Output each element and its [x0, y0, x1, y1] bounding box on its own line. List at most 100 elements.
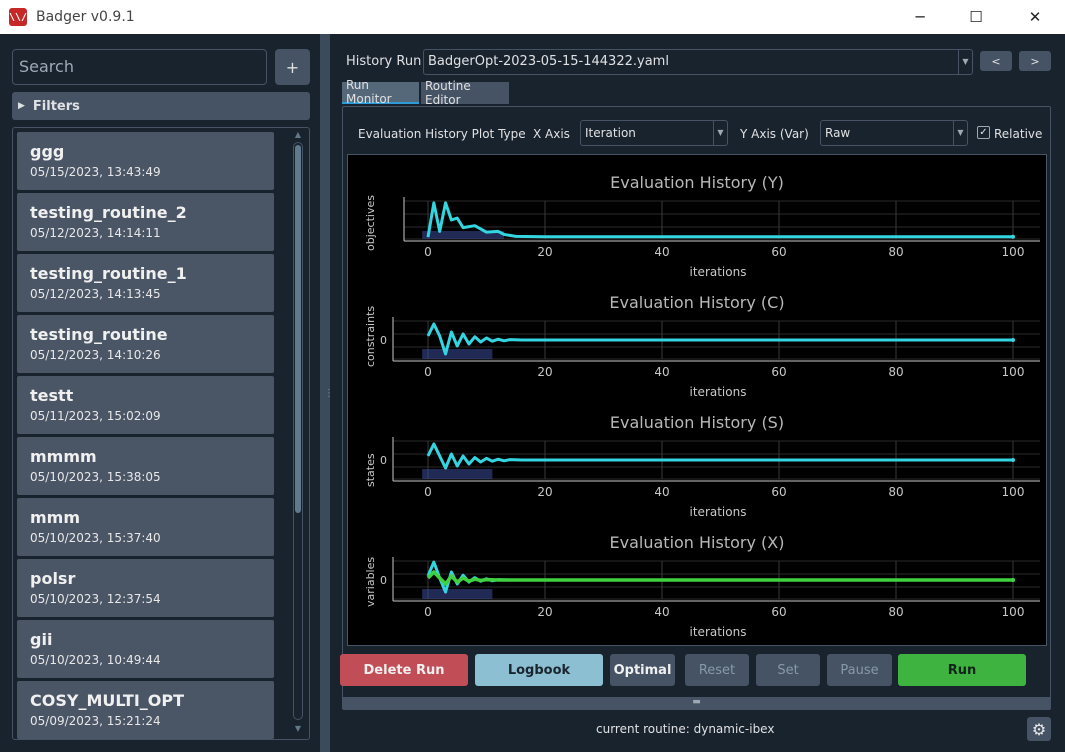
evaluation-plot[interactable]: 0 20 40 60 80 100 0 Evaluation History (C) const…: [348, 275, 1046, 399]
x-tick-label: 40: [654, 605, 669, 619]
routine-date: 05/09/2023, 15:21:24: [30, 714, 161, 728]
y-axis-title: objectives: [364, 195, 377, 251]
x-tick-label: 80: [888, 365, 903, 379]
x-tick-label: 80: [888, 245, 903, 259]
series-end-point: [1011, 458, 1015, 462]
x-tick-label: 0: [424, 605, 432, 619]
routine-item[interactable]: mmmm 05/10/2023, 15:38:05: [17, 437, 274, 495]
title-bar: \\/ Badger v0.9.1 ─ ☐ ✕: [0, 0, 1065, 34]
selection-region: [422, 469, 493, 479]
routine-item[interactable]: COSY_MULTI_OPT 05/09/2023, 15:21:24: [17, 681, 274, 739]
settings-button[interactable]: ⚙: [1027, 717, 1051, 741]
prev-run-button[interactable]: <: [980, 51, 1012, 71]
plot-title: Evaluation History (S): [609, 413, 785, 432]
reset-button[interactable]: Reset: [685, 654, 749, 686]
plot-title: Evaluation History (C): [609, 293, 785, 312]
selection-region: [422, 349, 493, 359]
history-run-label: History Run: [346, 54, 422, 69]
routine-name: polsr: [30, 569, 76, 588]
plot-type-label: Evaluation History Plot Type: [358, 127, 526, 141]
x-tick-label: 60: [771, 245, 786, 259]
evaluation-plot[interactable]: 0 20 40 60 80 100 Evaluation History (Y) object…: [348, 155, 1046, 279]
history-run-value: BadgerOpt-2023-05-15-144322.yaml: [428, 54, 669, 69]
filters-toggle[interactable]: ▶ Filters: [12, 92, 310, 120]
set-button[interactable]: Set: [756, 654, 820, 686]
resize-handle[interactable]: ▬: [343, 697, 1050, 709]
series-end-point: [1011, 234, 1015, 239]
x-tick-label: 80: [888, 605, 903, 619]
x-axis-label: X Axis: [533, 127, 570, 141]
y-axis-label: Y Axis (Var): [740, 127, 809, 141]
routine-date: 05/10/2023, 12:37:54: [30, 592, 161, 606]
maximize-button[interactable]: ☐: [951, 0, 1001, 34]
routine-date: 05/10/2023, 15:37:40: [30, 531, 161, 545]
routine-item[interactable]: ggg 05/15/2023, 13:43:49: [17, 132, 274, 190]
relative-checkbox[interactable]: ✓: [977, 126, 990, 139]
chevron-down-icon: ▼: [713, 121, 727, 145]
routine-date: 05/12/2023, 14:10:26: [30, 348, 161, 362]
scroll-down-icon[interactable]: ▼: [293, 724, 303, 734]
x-axis-value: Iteration: [585, 126, 636, 140]
series-end-point: [1011, 578, 1015, 582]
routine-name: COSY_MULTI_OPT: [30, 691, 185, 710]
routine-list[interactable]: ggg 05/15/2023, 13:43:49 testing_routine…: [12, 127, 310, 740]
routine-item[interactable]: polsr 05/10/2023, 12:37:54: [17, 559, 274, 617]
routine-item[interactable]: testing_routine_2 05/12/2023, 14:14:11: [17, 193, 274, 251]
next-run-button[interactable]: >: [1019, 51, 1051, 71]
plot-title: Evaluation History (X): [609, 533, 785, 552]
routine-name: testt: [30, 386, 74, 405]
x-tick-label: 60: [771, 605, 786, 619]
tab-run-monitor[interactable]: Run Monitor: [342, 78, 419, 106]
routine-item[interactable]: testing_routine 05/12/2023, 14:10:26: [17, 315, 274, 373]
pause-button[interactable]: Pause: [827, 654, 892, 686]
run-monitor-panel: Evaluation History Plot Type X Axis Iter…: [342, 106, 1051, 710]
x-tick-label: 0: [424, 245, 432, 259]
routine-item[interactable]: gii 05/10/2023, 10:49:44: [17, 620, 274, 678]
delete-run-button[interactable]: Delete Run: [340, 654, 468, 686]
routine-item[interactable]: mmm 05/10/2023, 15:37:40: [17, 498, 274, 556]
tab-routine-editor[interactable]: Routine Editor: [421, 79, 509, 107]
minimize-button[interactable]: ─: [895, 0, 945, 34]
list-scrollbar[interactable]: [293, 142, 303, 720]
routine-item[interactable]: testing_routine_1 05/12/2023, 14:13:45: [17, 254, 274, 312]
run-button[interactable]: Run: [898, 654, 1026, 686]
x-axis-select[interactable]: Iteration ▼: [580, 120, 728, 146]
selection-region: [422, 589, 493, 599]
x-tick-label: 40: [654, 365, 669, 379]
routine-name: mmmm: [30, 447, 97, 466]
routine-item[interactable]: testt 05/11/2023, 15:02:09: [17, 376, 274, 434]
evaluation-plots[interactable]: 0 20 40 60 80 100 Evaluation History (Y) object…: [347, 154, 1047, 646]
routine-date: 05/10/2023, 10:49:44: [30, 653, 161, 667]
chevron-down-icon: ▼: [953, 121, 967, 145]
routine-name: testing_routine_2: [30, 203, 187, 222]
x-tick-label: 80: [888, 485, 903, 499]
x-tick-label: 60: [771, 365, 786, 379]
evaluation-plot[interactable]: 0 20 40 60 80 100 0 Evaluation History (S) state…: [348, 395, 1046, 519]
chevron-down-icon: ▼: [958, 50, 972, 74]
routine-name: mmm: [30, 508, 81, 527]
x-axis-title: iterations: [689, 625, 747, 639]
y-tick-label: 0: [380, 334, 387, 347]
expand-arrow-icon: ▶: [18, 101, 25, 111]
window-title: Badger v0.9.1: [36, 9, 135, 25]
x-tick-label: 100: [1002, 485, 1025, 499]
routine-date: 05/12/2023, 14:13:45: [30, 287, 161, 301]
x-tick-label: 20: [537, 245, 552, 259]
badger-logo-icon: \\/: [9, 8, 27, 26]
search-input[interactable]: Search: [12, 49, 267, 85]
optimal-button[interactable]: Optimal: [610, 654, 675, 686]
logbook-button[interactable]: Logbook: [475, 654, 603, 686]
routine-sidebar: Search + ▶ Filters ggg 05/15/2023, 13:43…: [0, 34, 320, 752]
add-routine-button[interactable]: +: [275, 49, 310, 85]
x-tick-label: 40: [654, 485, 669, 499]
scrollbar-thumb[interactable]: [295, 145, 301, 513]
close-button[interactable]: ✕: [1010, 0, 1060, 34]
routine-date: 05/12/2023, 14:14:11: [30, 226, 161, 240]
scroll-up-icon[interactable]: ▲: [293, 130, 303, 140]
history-run-select[interactable]: BadgerOpt-2023-05-15-144322.yaml ▼: [423, 49, 973, 75]
routine-date: 05/15/2023, 13:43:49: [30, 165, 161, 179]
y-axis-select[interactable]: Raw ▼: [820, 120, 968, 146]
evaluation-plot[interactable]: 0 20 40 60 80 100 0 Evaluation History (X) varia…: [348, 515, 1046, 639]
x-tick-label: 100: [1002, 605, 1025, 619]
y-axis-title: constraints: [364, 305, 377, 367]
